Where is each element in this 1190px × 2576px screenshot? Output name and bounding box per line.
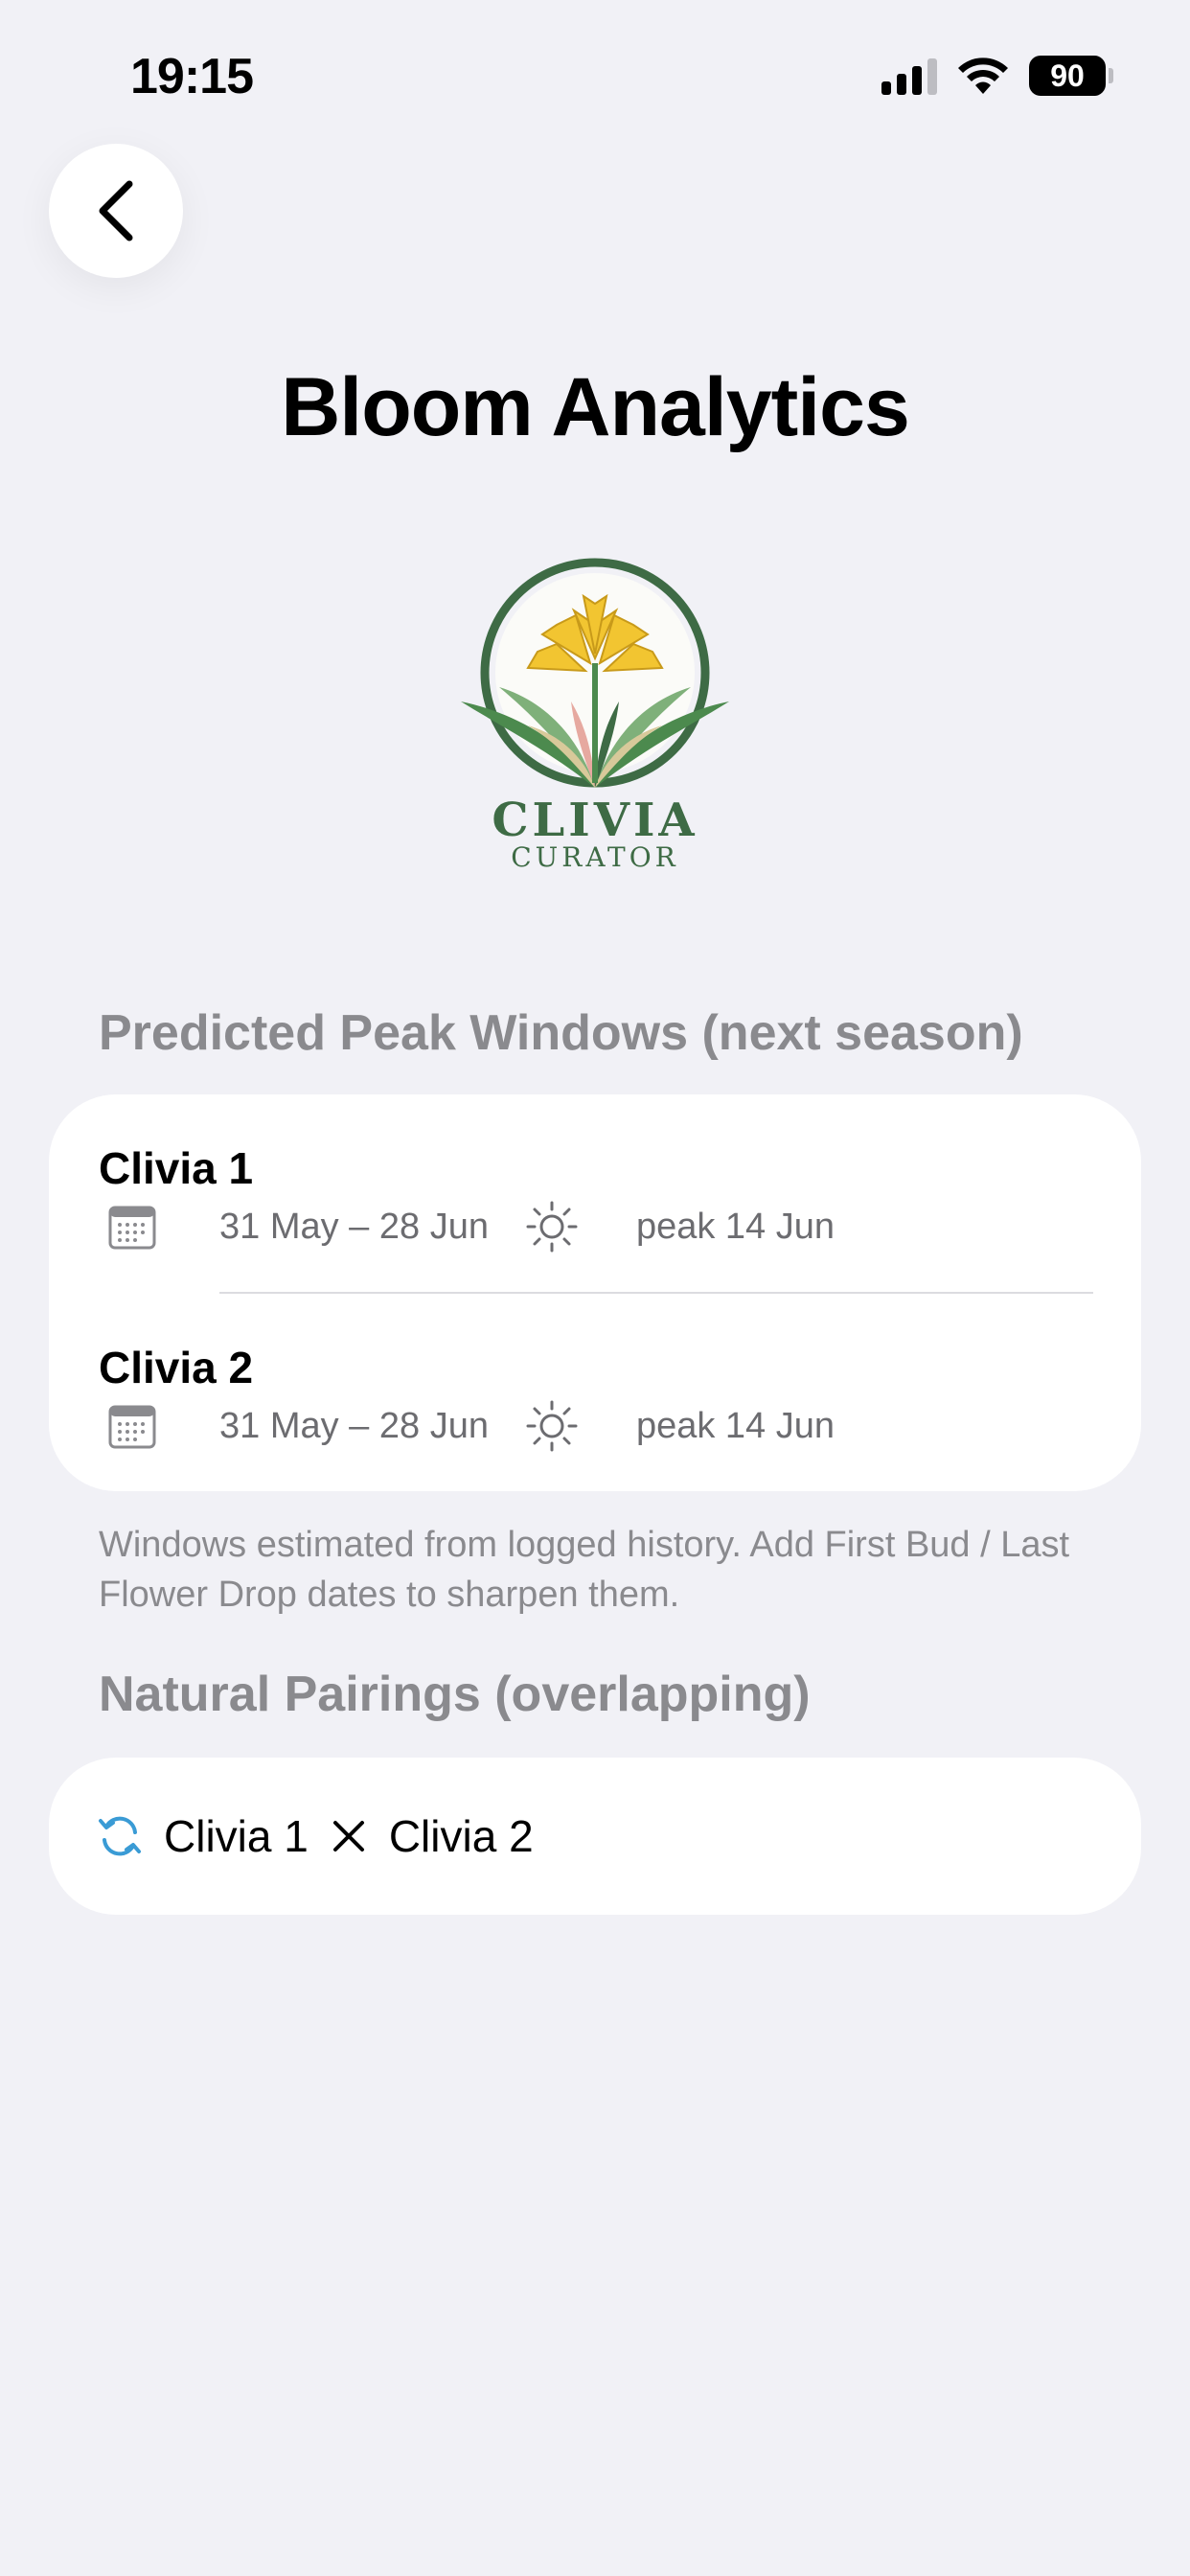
- sync-arrows-icon: [99, 1816, 141, 1856]
- battery-icon: 90: [1029, 56, 1113, 96]
- peak-row-name: Clivia 2: [99, 1343, 254, 1392]
- peak-windows-footnote: Windows estimated from logged history. A…: [99, 1525, 1070, 1615]
- pairing-row[interactable]: Clivia 1 Clivia 2: [97, 1758, 534, 1915]
- pairings-card: Clivia 1 Clivia 2: [49, 1758, 1141, 1915]
- logo-line1: CLIVIA: [492, 794, 698, 847]
- sun-icon: [526, 1201, 578, 1253]
- calendar-icon: [108, 1405, 156, 1449]
- back-button[interactable]: [49, 144, 183, 278]
- status-time: 19:15: [130, 49, 254, 104]
- cellular-signal-icon: [881, 57, 937, 95]
- sun-icon: [526, 1400, 578, 1452]
- battery-level: 90: [1029, 56, 1106, 96]
- calendar-icon: [108, 1206, 156, 1250]
- peak-row-meta: 31 May – 28 Jun peak 14 Jun: [108, 1400, 835, 1452]
- peak-row-peak: peak 14 Jun: [635, 1206, 835, 1247]
- peak-row-name: Clivia 1: [99, 1143, 254, 1193]
- pairings-header: Natural Pairings (overlapping): [99, 1667, 811, 1722]
- bloom-analytics-screen: 19:15 90 Bloom Analytics CLIVIA CURATOR …: [0, 0, 1190, 2576]
- pairing-b: Clivia 2: [388, 1811, 534, 1861]
- status-icons: 90: [881, 56, 1113, 96]
- peak-row-range: 31 May – 28 Jun: [219, 1405, 489, 1446]
- times-icon: [332, 1821, 364, 1852]
- chevron-left-icon: [99, 180, 133, 242]
- divider: [219, 1292, 1093, 1294]
- page-title: Bloom Analytics: [281, 361, 910, 453]
- wifi-icon: [958, 58, 1008, 94]
- peak-windows-card: Clivia 1 31 May – 28 Jun peak 14 Jun Cli…: [49, 1094, 1141, 1491]
- pairing-a: Clivia 1: [164, 1811, 309, 1861]
- peak-row-range: 31 May – 28 Jun: [219, 1206, 489, 1247]
- peak-row-peak: peak 14 Jun: [635, 1405, 835, 1446]
- logo-line2: CURATOR: [511, 841, 679, 873]
- peak-windows-header: Predicted Peak Windows (next season): [99, 1005, 1023, 1061]
- peak-row-meta: 31 May – 28 Jun peak 14 Jun: [108, 1201, 835, 1253]
- clivia-curator-logo: CLIVIA CURATOR: [461, 558, 729, 873]
